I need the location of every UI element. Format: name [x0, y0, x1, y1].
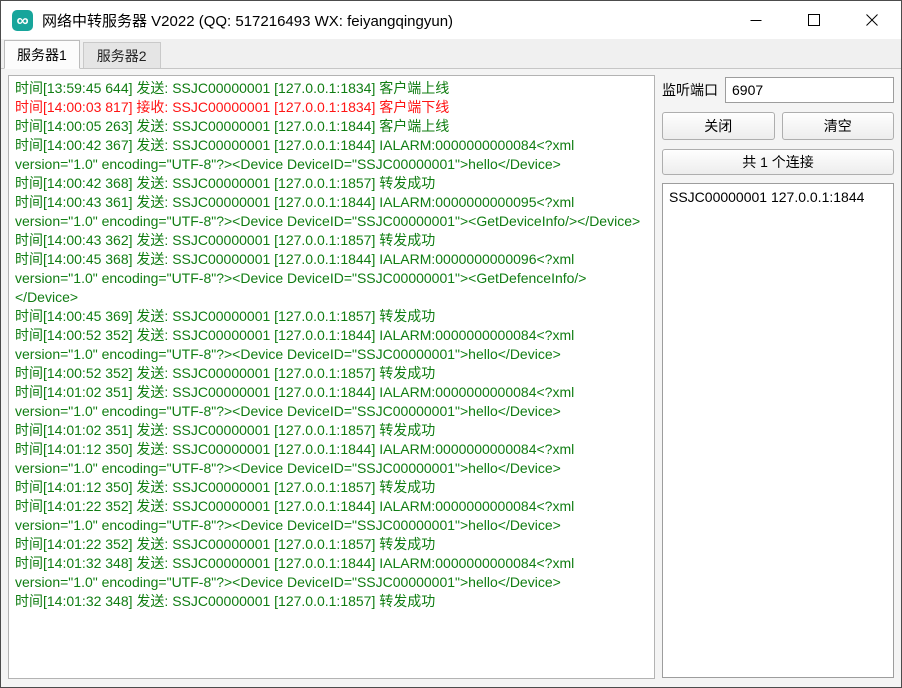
log-line: 时间[14:01:22 352] 发送: SSJC00000001 [127.0…: [15, 497, 648, 535]
log-line: 时间[14:00:43 361] 发送: SSJC00000001 [127.0…: [15, 193, 648, 231]
log-line: 时间[14:00:52 352] 发送: SSJC00000001 [127.0…: [15, 326, 648, 364]
minimize-button[interactable]: [727, 1, 785, 39]
log-output[interactable]: 时间[13:59:45 644] 发送: SSJC00000001 [127.0…: [8, 75, 655, 679]
window-controls: [727, 1, 901, 39]
log-line: 时间[14:00:42 367] 发送: SSJC00000001 [127.0…: [15, 136, 648, 174]
log-line: 时间[14:01:32 348] 发送: SSJC00000001 [127.0…: [15, 592, 648, 611]
maximize-icon: [808, 14, 820, 26]
log-line: 时间[14:00:05 263] 发送: SSJC00000001 [127.0…: [15, 117, 648, 136]
log-line: 时间[14:01:02 351] 发送: SSJC00000001 [127.0…: [15, 421, 648, 440]
minimize-icon: [750, 14, 762, 26]
log-line: 时间[13:59:45 644] 发送: SSJC00000001 [127.0…: [15, 79, 648, 98]
tab-server1[interactable]: 服务器1: [4, 40, 80, 69]
title-bar: ∞ 网络中转服务器 V2022 (QQ: 517216493 WX: feiya…: [1, 1, 901, 39]
log-line: 时间[14:00:45 368] 发送: SSJC00000001 [127.0…: [15, 250, 648, 307]
log-line: 时间[14:01:22 352] 发送: SSJC00000001 [127.0…: [15, 535, 648, 554]
connection-list-item[interactable]: SSJC00000001 127.0.0.1:1844: [669, 187, 887, 208]
log-line: 时间[14:00:52 352] 发送: SSJC00000001 [127.0…: [15, 364, 648, 383]
log-line: 时间[14:00:45 369] 发送: SSJC00000001 [127.0…: [15, 307, 648, 326]
close-server-button[interactable]: 关闭: [662, 112, 775, 140]
app-window: ∞ 网络中转服务器 V2022 (QQ: 517216493 WX: feiya…: [0, 0, 902, 688]
log-line: 时间[14:01:12 350] 发送: SSJC00000001 [127.0…: [15, 478, 648, 497]
maximize-button[interactable]: [785, 1, 843, 39]
listen-port-row: 监听端口: [662, 77, 894, 103]
listen-port-input[interactable]: [725, 77, 894, 103]
log-line: 时间[14:01:02 351] 发送: SSJC00000001 [127.0…: [15, 383, 648, 421]
log-line: 时间[14:01:32 348] 发送: SSJC00000001 [127.0…: [15, 554, 648, 592]
log-line: 时间[14:01:12 350] 发送: SSJC00000001 [127.0…: [15, 440, 648, 478]
side-panel: 监听端口 关闭 清空 共 1 个连接 SSJC00000001 127.0.0.…: [662, 77, 894, 678]
close-icon: [866, 14, 878, 26]
connection-list[interactable]: SSJC00000001 127.0.0.1:1844: [662, 183, 894, 678]
log-line: 时间[14:00:43 362] 发送: SSJC00000001 [127.0…: [15, 231, 648, 250]
tab-bar: 服务器1 服务器2: [1, 39, 901, 69]
connection-count-button[interactable]: 共 1 个连接: [662, 149, 894, 175]
tab-server2[interactable]: 服务器2: [83, 42, 161, 68]
log-line: 时间[14:00:42 368] 发送: SSJC00000001 [127.0…: [15, 174, 648, 193]
close-button[interactable]: [843, 1, 901, 39]
log-line: 时间[14:00:03 817] 接收: SSJC00000001 [127.0…: [15, 98, 648, 117]
clear-log-button[interactable]: 清空: [782, 112, 895, 140]
window-title: 网络中转服务器 V2022 (QQ: 517216493 WX: feiyang…: [42, 10, 453, 31]
action-button-row: 关闭 清空: [662, 112, 894, 140]
app-logo-icon: ∞: [12, 10, 33, 31]
tab-pane: 时间[13:59:45 644] 发送: SSJC00000001 [127.0…: [1, 69, 901, 687]
listen-port-label: 监听端口: [662, 80, 718, 100]
